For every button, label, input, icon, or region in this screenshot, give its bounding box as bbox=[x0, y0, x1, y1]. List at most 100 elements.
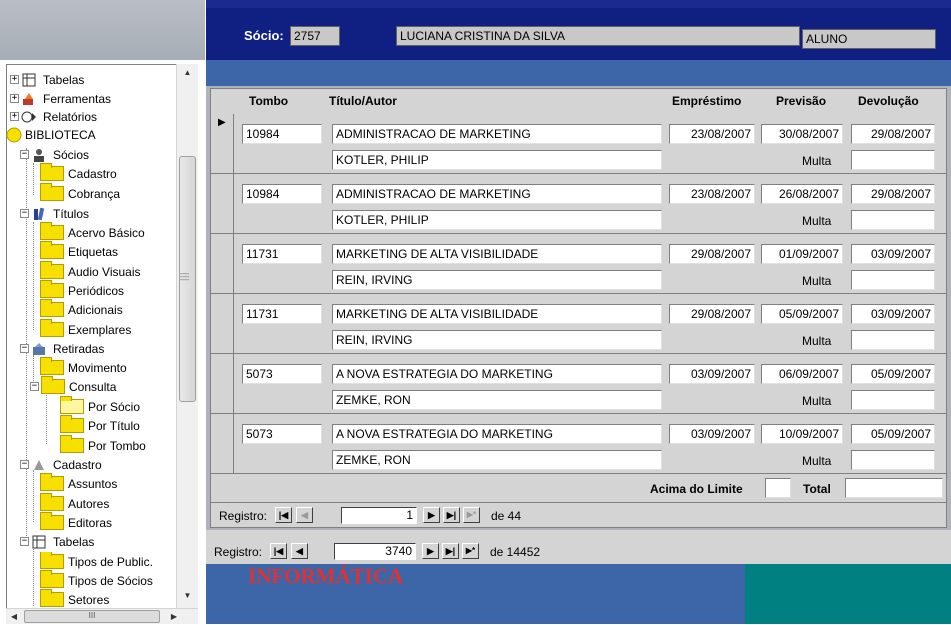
tree-vertical-scrollbar[interactable]: ▲ — — — ▼ bbox=[176, 64, 198, 608]
limit-field[interactable] bbox=[765, 478, 791, 498]
main-last-record-button[interactable]: ▶| bbox=[442, 543, 459, 559]
scroll-up-arrow-icon[interactable]: ▲ bbox=[177, 64, 198, 81]
scroll-down-arrow-icon[interactable]: ▼ bbox=[177, 587, 198, 604]
previsao-field[interactable]: 05/09/2007 bbox=[761, 304, 843, 324]
loan-record[interactable]: 5073 A NOVA ESTRATEGIA DO MARKETING ZEMKE,… bbox=[211, 354, 946, 414]
loan-record[interactable]: ▶ 10984 ADMINISTRACAO DE MARKETING KOTLER, … bbox=[211, 114, 946, 174]
previsao-field[interactable]: 26/08/2007 bbox=[761, 184, 843, 204]
socio-name-field[interactable]: LUCIANA CRISTINA DA SILVA bbox=[396, 26, 800, 46]
tombo-field[interactable]: 11731 bbox=[242, 304, 322, 324]
previsao-field[interactable]: 01/09/2007 bbox=[761, 244, 843, 264]
record-selector[interactable]: ▶ bbox=[211, 114, 234, 173]
expand-icon[interactable]: + bbox=[10, 75, 19, 84]
main-next-record-button[interactable]: ▶ bbox=[422, 543, 439, 559]
tree-node-por-socio[interactable]: Por Sócio bbox=[60, 396, 140, 416]
socio-type-field[interactable]: ALUNO bbox=[802, 29, 936, 49]
tree-node-ferramentas[interactable]: + Ferramentas bbox=[10, 89, 111, 108]
collapse-icon[interactable]: − bbox=[30, 382, 39, 391]
total-field[interactable] bbox=[845, 478, 943, 498]
record-selector[interactable] bbox=[211, 354, 234, 413]
tree-horizontal-scrollbar[interactable]: ◀ III ▶ bbox=[6, 608, 198, 624]
collapse-icon[interactable]: − bbox=[20, 344, 29, 353]
expand-icon[interactable]: + bbox=[10, 94, 19, 103]
tree-node-cobranca[interactable]: Cobrança bbox=[40, 183, 120, 203]
emprestimo-field[interactable]: 03/09/2007 bbox=[669, 424, 755, 444]
expand-icon[interactable]: + bbox=[10, 112, 19, 121]
tree-node-tipos-socios[interactable]: Tipos de Sócios bbox=[40, 570, 153, 590]
titulo-field[interactable]: ADMINISTRACAO DE MARKETING bbox=[332, 184, 662, 204]
tree-node-editoras[interactable]: Editoras bbox=[40, 512, 112, 532]
multa-field[interactable] bbox=[851, 450, 935, 470]
titulo-field[interactable]: A NOVA ESTRATEGIA DO MARKETING bbox=[332, 424, 662, 444]
main-prev-record-button[interactable]: ◀ bbox=[291, 543, 308, 559]
record-selector[interactable] bbox=[211, 294, 234, 353]
tree-node-etiquetas[interactable]: Etiquetas bbox=[40, 241, 118, 261]
main-new-record-button[interactable]: ▶* bbox=[462, 543, 479, 559]
next-record-button[interactable]: ▶ bbox=[423, 507, 440, 523]
tree-node-tabelas[interactable]: − Tabelas bbox=[20, 532, 94, 551]
titulo-field[interactable]: ADMINISTRACAO DE MARKETING bbox=[332, 124, 662, 144]
titulo-field[interactable]: A NOVA ESTRATEGIA DO MARKETING bbox=[332, 364, 662, 384]
devolucao-field[interactable]: 29/08/2007 bbox=[851, 184, 935, 204]
tombo-field[interactable]: 10984 bbox=[242, 184, 322, 204]
loan-record[interactable]: 11731 MARKETING DE ALTA VISIBILIDADE REIN,… bbox=[211, 294, 946, 354]
tree-node-socios[interactable]: − Sócios bbox=[20, 145, 89, 164]
autor-field[interactable]: REIN, IRVING bbox=[332, 270, 662, 290]
devolucao-field[interactable]: 29/08/2007 bbox=[851, 124, 935, 144]
first-record-button[interactable]: |◀ bbox=[275, 507, 292, 523]
main-first-record-button[interactable]: |◀ bbox=[270, 543, 287, 559]
multa-field[interactable] bbox=[851, 210, 935, 230]
collapse-icon[interactable]: − bbox=[20, 209, 29, 218]
tree-node-por-titulo[interactable]: Por Título bbox=[60, 415, 140, 435]
emprestimo-field[interactable]: 23/08/2007 bbox=[669, 124, 755, 144]
emprestimo-field[interactable]: 03/09/2007 bbox=[669, 364, 755, 384]
socio-code-field[interactable]: 2757 bbox=[290, 26, 340, 46]
tree-node-acervo-basico[interactable]: Acervo Básico bbox=[40, 222, 145, 242]
titulo-field[interactable]: MARKETING DE ALTA VISIBILIDADE bbox=[332, 244, 662, 264]
loan-record[interactable]: 11731 MARKETING DE ALTA VISIBILIDADE REIN,… bbox=[211, 234, 946, 294]
scroll-left-arrow-icon[interactable]: ◀ bbox=[6, 609, 22, 625]
tree-node-cadastro-socios[interactable]: Cadastro bbox=[40, 163, 117, 183]
autor-field[interactable]: REIN, IRVING bbox=[332, 330, 662, 350]
tombo-field[interactable]: 5073 bbox=[242, 424, 322, 444]
previsao-field[interactable]: 30/08/2007 bbox=[761, 124, 843, 144]
main-nav-current-field[interactable]: 3740 bbox=[334, 543, 416, 560]
collapse-icon[interactable]: − bbox=[20, 150, 29, 159]
devolucao-field[interactable]: 03/09/2007 bbox=[851, 304, 935, 324]
tree-node-setores[interactable]: Setores bbox=[40, 589, 109, 609]
multa-field[interactable] bbox=[851, 390, 935, 410]
collapse-icon[interactable]: − bbox=[20, 460, 29, 469]
tree-node-relatorios[interactable]: + Relatórios bbox=[10, 107, 97, 126]
tree-node-movimento[interactable]: Movimento bbox=[40, 357, 127, 377]
emprestimo-field[interactable]: 29/08/2007 bbox=[669, 304, 755, 324]
tree-node-assuntos[interactable]: Assuntos bbox=[40, 473, 117, 493]
loan-record[interactable]: 5073 A NOVA ESTRATEGIA DO MARKETING ZEMKE,… bbox=[211, 414, 946, 474]
multa-field[interactable] bbox=[851, 330, 935, 350]
autor-field[interactable]: KOTLER, PHILIP bbox=[332, 210, 662, 230]
last-record-button[interactable]: ▶| bbox=[443, 507, 460, 523]
record-selector[interactable] bbox=[211, 234, 234, 293]
sub-nav-current-field[interactable]: 1 bbox=[341, 507, 417, 524]
emprestimo-field[interactable]: 23/08/2007 bbox=[669, 184, 755, 204]
collapse-icon[interactable]: − bbox=[20, 537, 29, 546]
tree-node-cadastro[interactable]: − Cadastro bbox=[20, 455, 102, 474]
tree-node-por-tombo[interactable]: Por Tombo bbox=[60, 435, 146, 455]
tree-node-periodicos[interactable]: Periódicos bbox=[40, 280, 124, 300]
previsao-field[interactable]: 06/09/2007 bbox=[761, 364, 843, 384]
tree-node-tipos-publicacao[interactable]: Tipos de Public. bbox=[40, 552, 176, 571]
prev-record-button[interactable]: ◀ bbox=[296, 507, 313, 523]
new-record-button[interactable]: ▶* bbox=[463, 507, 480, 523]
tree-node-titulos[interactable]: − Títulos bbox=[20, 204, 89, 223]
record-selector[interactable] bbox=[211, 414, 234, 473]
multa-field[interactable] bbox=[851, 150, 935, 170]
devolucao-field[interactable]: 05/09/2007 bbox=[851, 364, 935, 384]
tree-node-biblioteca[interactable]: BIBLIOTECA bbox=[6, 125, 96, 144]
autor-field[interactable]: ZEMKE, RON bbox=[332, 390, 662, 410]
tombo-field[interactable]: 10984 bbox=[242, 124, 322, 144]
devolucao-field[interactable]: 05/09/2007 bbox=[851, 424, 935, 444]
tree-node-adicionais[interactable]: Adicionais bbox=[40, 299, 123, 319]
tombo-field[interactable]: 11731 bbox=[242, 244, 322, 264]
multa-field[interactable] bbox=[851, 270, 935, 290]
emprestimo-field[interactable]: 29/08/2007 bbox=[669, 244, 755, 264]
tree-node-audio-visuais[interactable]: Audio Visuais bbox=[40, 261, 141, 281]
